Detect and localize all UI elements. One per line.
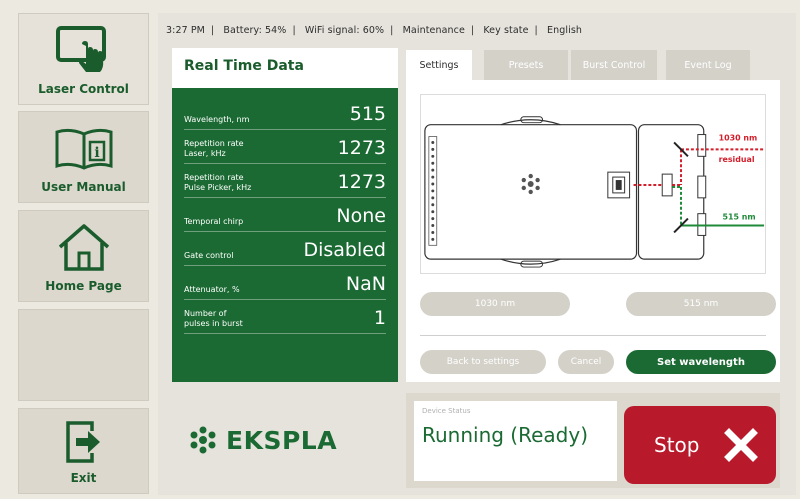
realtime-title: Real Time Data xyxy=(172,48,398,88)
rt-label: Number of pulses in burst xyxy=(184,309,243,328)
label-515-nm: 515 nm xyxy=(723,213,756,222)
maintenance-text: Maintenance xyxy=(402,25,465,36)
sidebar: Laser Control i User Manual Home Page Ex… xyxy=(14,13,149,495)
ekspla-flower-icon xyxy=(190,426,216,454)
close-icon xyxy=(724,428,758,462)
rt-row-rep-rate-laser: Repetition rate Laser, kHz 1273 xyxy=(184,130,386,164)
home-icon xyxy=(58,224,109,271)
rt-row-gate-control: Gate control Disabled xyxy=(184,232,386,266)
clock-text: 3:27 PM xyxy=(166,25,205,36)
divider xyxy=(420,335,766,336)
realtime-panel: Wavelength, nm 515 Repetition rate Laser… xyxy=(172,88,398,382)
rt-value: 515 xyxy=(349,103,386,125)
wifi-text: WiFi signal: 60% xyxy=(304,25,385,36)
user-manual-label: User Manual xyxy=(41,180,126,194)
wavelength-515-button[interactable]: 515 nm xyxy=(626,292,776,316)
laser-control-button[interactable]: Laser Control xyxy=(18,13,149,105)
rt-label: Temporal chirp xyxy=(184,217,244,226)
tab-settings[interactable]: Settings xyxy=(406,50,472,80)
device-status-caption: Device Status xyxy=(422,407,471,415)
device-state-text: Running (Ready) xyxy=(422,423,589,447)
back-to-settings-button[interactable]: Back to settings xyxy=(420,350,546,374)
rt-label: Repetition rate Pulse Picker, kHz xyxy=(184,173,252,192)
brand-name: EKSPLA xyxy=(226,425,338,455)
rt-value: 1 xyxy=(373,307,386,329)
empty-sidebar-slot xyxy=(18,309,149,401)
rt-label: Attenuator, % xyxy=(184,285,240,294)
ekspla-logo: EKSPLA xyxy=(188,425,337,455)
cancel-button[interactable]: Cancel xyxy=(558,350,614,374)
rt-label: Wavelength, nm xyxy=(184,115,250,124)
home-page-button[interactable]: Home Page xyxy=(18,210,149,302)
rt-label: Gate control xyxy=(184,251,234,260)
stop-label: Stop xyxy=(654,433,700,457)
laser-optical-diagram: 1030 nm residual 515 nm xyxy=(420,94,766,274)
rt-row-rep-rate-picker: Repetition rate Pulse Picker, kHz 1273 xyxy=(184,164,386,198)
battery-text: Battery: 54% xyxy=(223,25,287,36)
user-manual-button[interactable]: i User Manual xyxy=(18,111,149,203)
rt-row-pulses-in-burst: Number of pulses in burst 1 xyxy=(184,300,386,334)
main-area: 3:27 PM | Battery: 54% | WiFi signal: 60% |… xyxy=(158,13,796,495)
tab-burst-control[interactable]: Burst Control xyxy=(571,50,657,80)
rt-row-wavelength: Wavelength, nm 515 xyxy=(184,96,386,130)
device-status-card: Device Status Running (Ready) xyxy=(414,401,617,481)
wavelength-1030-button[interactable]: 1030 nm xyxy=(420,292,570,316)
status-bar: 3:27 PM | Battery: 54% | WiFi signal: 60% |… xyxy=(166,25,582,36)
rt-value: NaN xyxy=(345,273,386,295)
exit-icon xyxy=(65,421,100,463)
label-1030-nm: 1030 nm xyxy=(719,133,758,142)
exit-button[interactable]: Exit xyxy=(18,408,149,494)
set-wavelength-button[interactable]: Set wavelength xyxy=(626,350,776,374)
book-info-icon: i xyxy=(55,128,112,170)
label-residual: residual xyxy=(719,155,755,164)
laser-control-label: Laser Control xyxy=(38,82,129,96)
svg-text:i: i xyxy=(94,145,99,161)
device-status-area: Device Status Running (Ready) Stop xyxy=(406,393,780,488)
touchscreen-icon xyxy=(55,26,106,72)
home-page-label: Home Page xyxy=(45,279,122,293)
rt-label: Repetition rate Laser, kHz xyxy=(184,139,244,158)
settings-panel: 1030 nm residual 515 nm 1030 nm 515 nm B… xyxy=(406,80,780,382)
language-selector[interactable]: English xyxy=(547,25,582,36)
rt-value: None xyxy=(336,205,386,227)
rt-row-temporal-chirp: Temporal chirp None xyxy=(184,198,386,232)
key-state-text: Key state xyxy=(483,25,529,36)
rt-value: 1273 xyxy=(337,137,386,159)
rt-row-attenuator: Attenuator, % NaN xyxy=(184,266,386,300)
tab-event-log[interactable]: Event Log xyxy=(666,50,750,80)
exit-label: Exit xyxy=(70,471,97,485)
tab-presets[interactable]: Presets xyxy=(484,50,568,80)
rt-value: Disabled xyxy=(303,239,386,261)
rt-value: 1273 xyxy=(337,171,386,193)
stop-button[interactable]: Stop xyxy=(624,406,776,484)
